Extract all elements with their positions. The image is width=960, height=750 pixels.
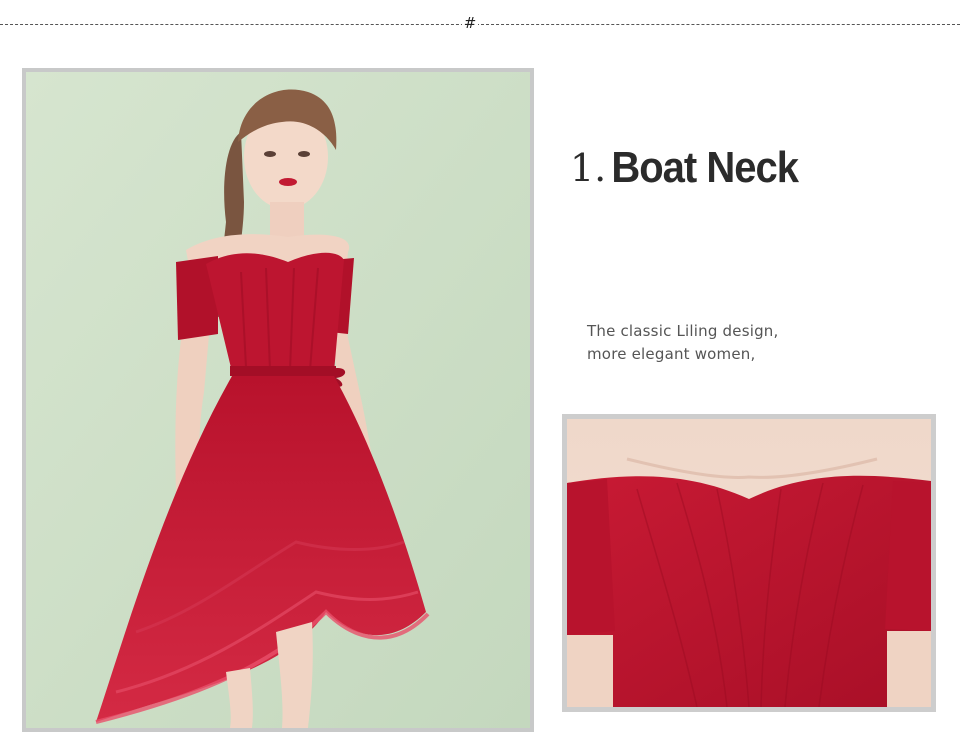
feature-number: 1. (570, 146, 607, 190)
description-line-2: more elegant women, (587, 345, 756, 363)
feature-title: Boat Neck (611, 144, 799, 192)
neckline-detail-photo (562, 414, 936, 712)
feature-heading: 1. Boat Neck (570, 144, 799, 198)
feature-description: The classic Liling design, more elegant … (587, 320, 917, 366)
section-divider (0, 24, 960, 25)
divider-hash-mark: # (462, 12, 478, 34)
description-line-1: The classic Liling design, (587, 322, 779, 340)
main-product-photo (22, 68, 534, 732)
